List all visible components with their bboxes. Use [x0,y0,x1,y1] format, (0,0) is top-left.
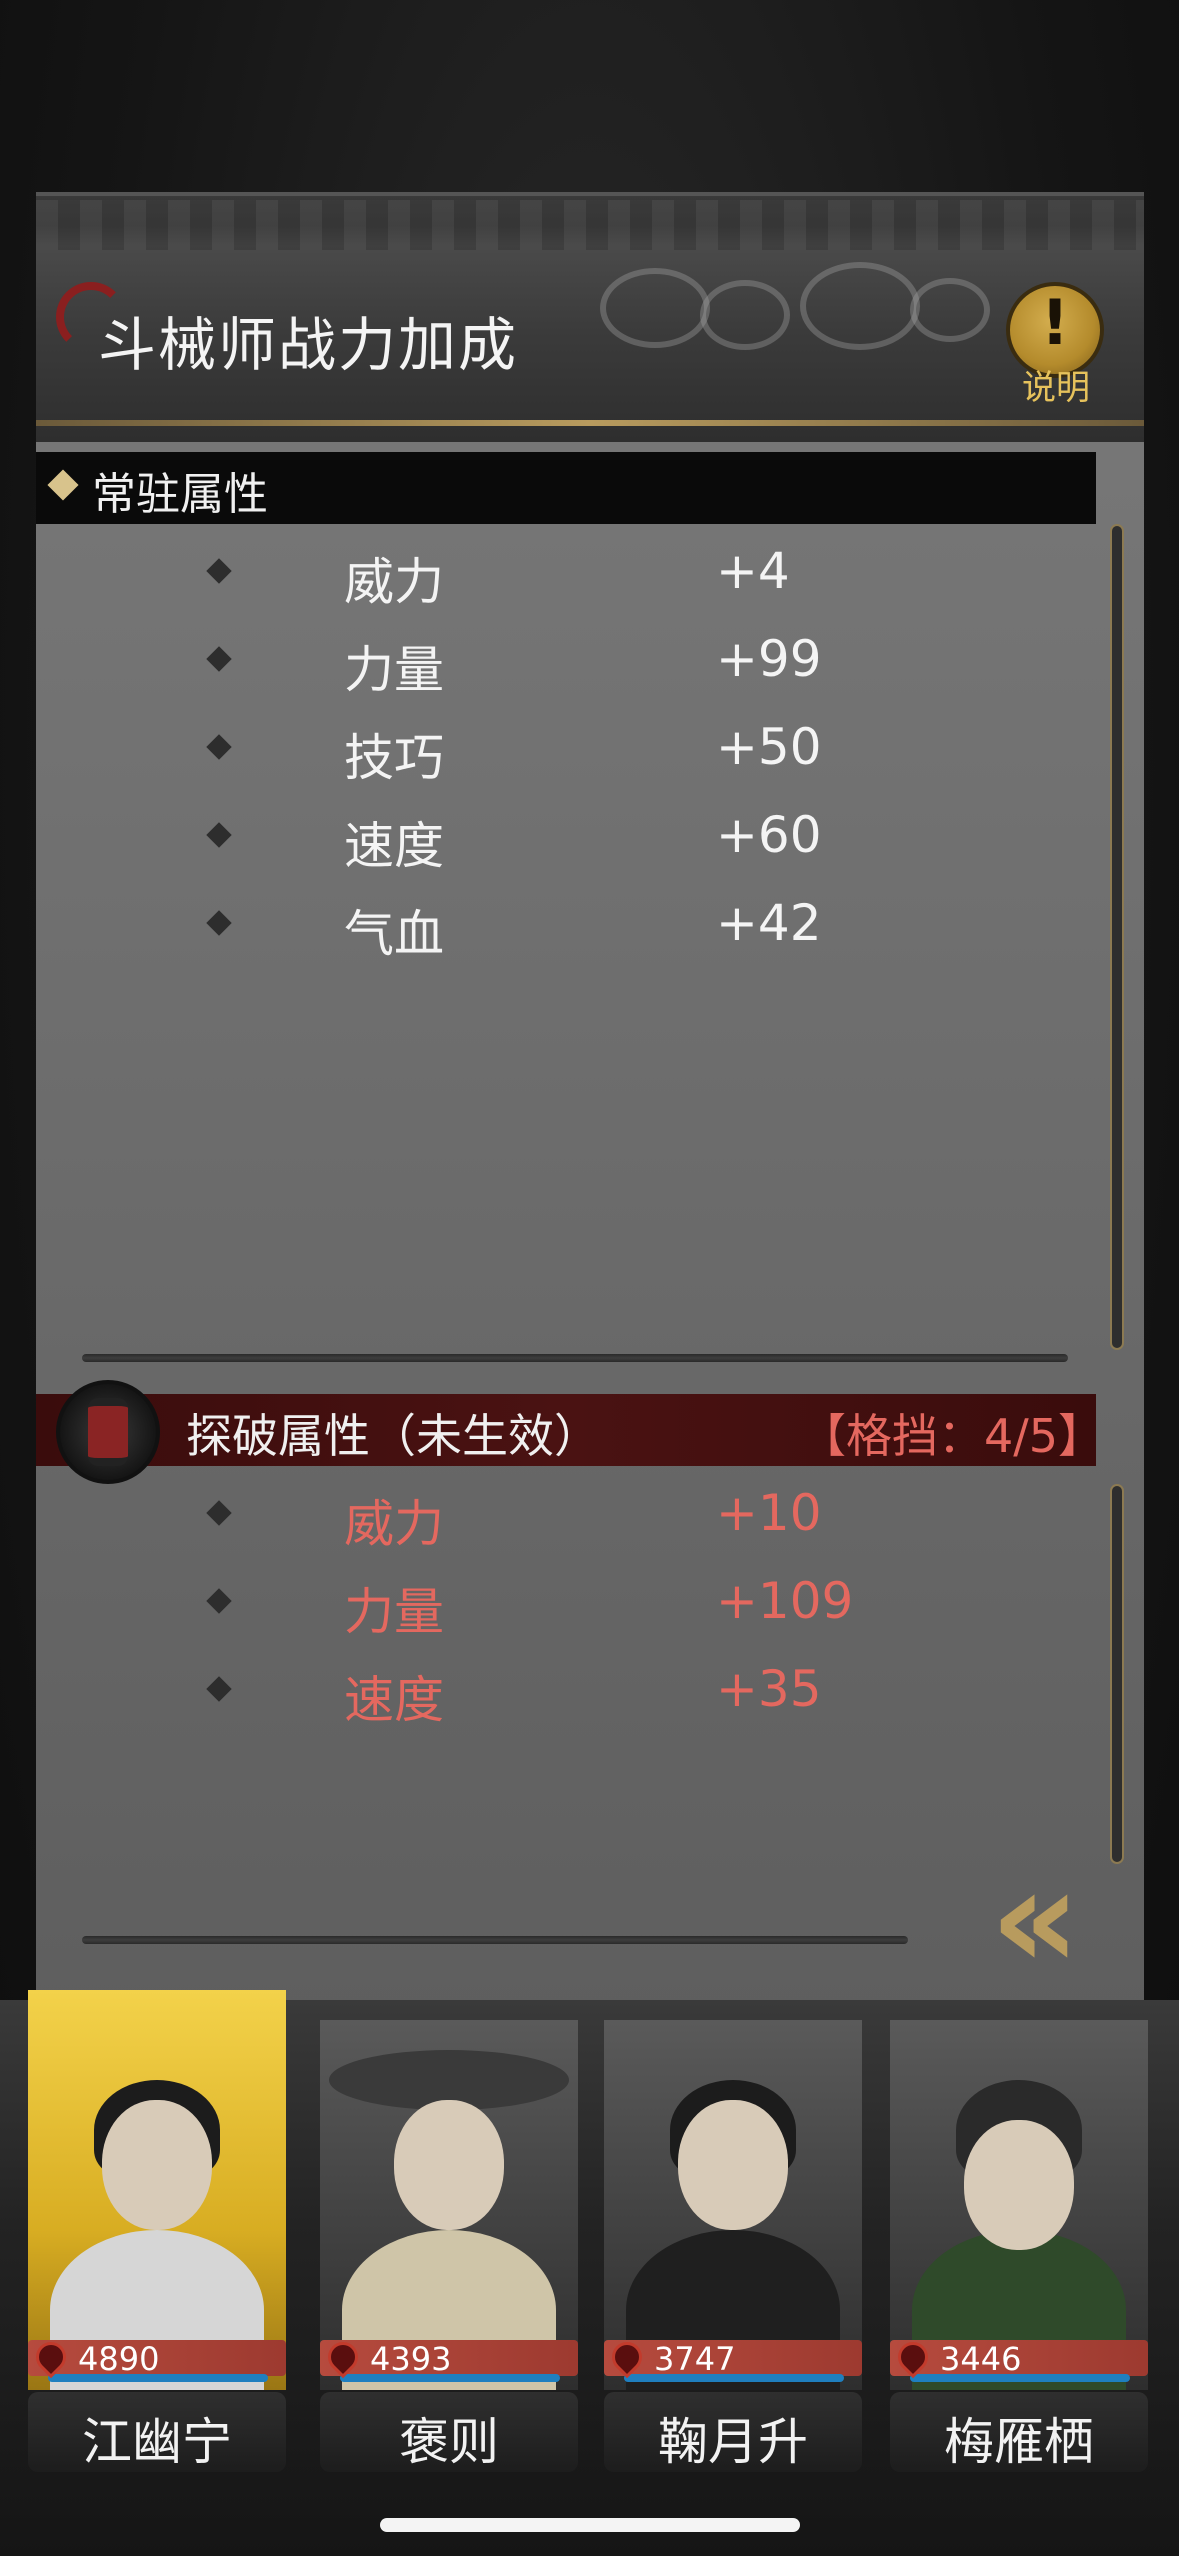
character-name: 鞠月升 [658,2413,808,2471]
attribute-value: +99 [716,630,822,688]
attribute-label: 力量 [344,641,444,699]
page-title: 斗械师战力加成 [98,311,519,379]
help-button[interactable]: ! 说明 [1000,282,1112,412]
cloud-decoration [600,268,710,348]
standing-scrollbar[interactable] [1110,524,1124,1350]
cloud-decoration [700,280,790,350]
portrait-face [394,2100,504,2230]
header-pattern [36,200,1144,250]
character-portrait [28,2020,286,2390]
character-name: 江幽宁 [82,2413,232,2471]
character-card[interactable]: 3446 梅雁栖 [890,1990,1148,2480]
portrait-face [678,2100,788,2230]
power-value: 4890 [78,2340,160,2378]
power-value: 3747 [654,2340,736,2378]
character-card[interactable]: 3747 鞠月升 [604,1990,862,2480]
block-progress: 【格挡：4/5】 [800,1409,1105,1463]
character-name: 褒则 [399,2413,499,2471]
double-chevron-left-icon: « [990,1838,1081,2001]
attribute-value: +4 [716,542,790,600]
character-portrait [320,2020,578,2390]
attribute-label: 气血 [344,905,444,963]
attribute-value: +42 [716,894,822,952]
character-card-selected[interactable]: 4890 江幽宁 [28,1990,286,2480]
character-card[interactable]: 4393 褒则 [320,1990,578,2480]
home-indicator[interactable] [380,2518,800,2532]
power-value: 4393 [370,2340,452,2378]
power-value: 3446 [940,2340,1022,2378]
attribute-value: +35 [716,1660,822,1718]
section-divider [82,1354,1068,1362]
attribute-value: +60 [716,806,822,864]
portrait-face [964,2120,1074,2250]
breakthrough-section-title: 探破属性（未生效） [186,1409,600,1463]
breakthrough-scrollbar[interactable] [1110,1484,1124,1864]
lantern-icon [88,1398,128,1466]
character-name: 梅雁栖 [944,2413,1094,2471]
cloud-decoration [800,262,920,350]
attribute-label: 技巧 [344,729,444,787]
attribute-label: 威力 [344,553,444,611]
collapse-button[interactable]: « [940,1830,1140,2000]
section-divider [82,1936,908,1944]
attribute-label: 速度 [344,1671,444,1729]
attribute-label: 速度 [344,817,444,875]
character-portrait [890,2020,1148,2390]
portrait-face [102,2100,212,2230]
standing-section-title: 常驻属性 [92,469,268,520]
exclamation-icon: ! [1040,286,1070,359]
attribute-value: +10 [716,1484,822,1542]
header-divider [36,420,1144,426]
attribute-label: 力量 [344,1583,444,1641]
attribute-label: 威力 [344,1495,444,1553]
help-label: 说明 [1022,368,1090,408]
attribute-value: +109 [716,1572,854,1630]
attribute-value: +50 [716,718,822,776]
character-portrait [604,2020,862,2390]
cloud-decoration [910,278,990,342]
